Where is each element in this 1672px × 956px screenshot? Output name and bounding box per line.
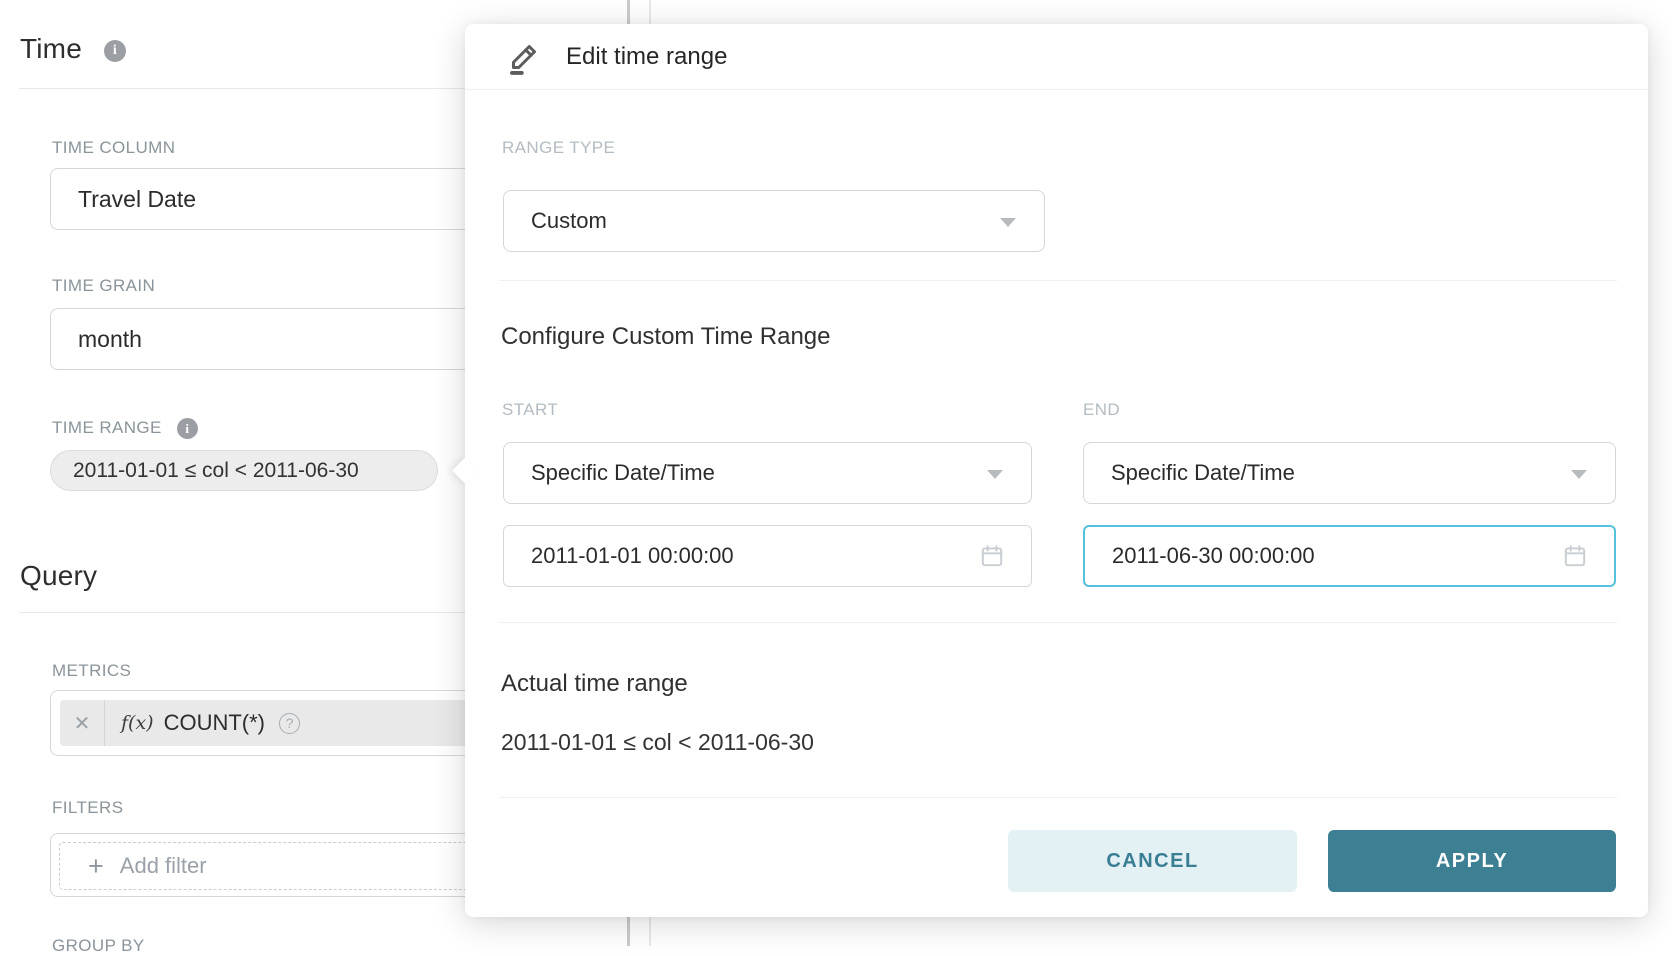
- chevron-down-icon: [987, 470, 1003, 479]
- query-section-title: Query: [20, 560, 97, 592]
- time-grain-value: month: [78, 326, 142, 353]
- calendar-icon[interactable]: [1562, 543, 1588, 569]
- pencil-icon: [506, 39, 542, 75]
- time-grain-label: TIME GRAIN: [52, 276, 155, 296]
- add-filter-label: Add filter: [120, 853, 207, 879]
- end-datetime-value: 2011-06-30 00:00:00: [1112, 543, 1315, 569]
- popover-divider: [499, 622, 1617, 623]
- info-icon[interactable]: i: [104, 40, 126, 62]
- end-type-select[interactable]: Specific Date/Time: [1083, 442, 1616, 504]
- time-column-label: TIME COLUMN: [52, 138, 175, 158]
- info-icon[interactable]: i: [177, 418, 198, 439]
- time-section-title: Time i: [20, 33, 126, 65]
- range-type-select[interactable]: Custom: [503, 190, 1045, 252]
- chevron-down-icon: [1000, 218, 1016, 227]
- plus-icon: +: [88, 853, 104, 880]
- start-type-value: Specific Date/Time: [531, 460, 715, 486]
- configure-heading: Configure Custom Time Range: [501, 323, 830, 351]
- question-circle-icon[interactable]: ?: [279, 713, 300, 734]
- range-type-label: RANGE TYPE: [502, 138, 615, 158]
- chip-separator: [104, 700, 105, 746]
- range-type-value: Custom: [531, 208, 607, 234]
- popover-title: Edit time range: [566, 43, 727, 71]
- time-column-value: Travel Date: [78, 186, 196, 213]
- popover-divider: [499, 797, 1617, 798]
- group-by-label: GROUP BY: [52, 936, 145, 956]
- close-icon[interactable]: ✕: [60, 711, 104, 736]
- time-range-pill[interactable]: 2011-01-01 ≤ col < 2011-06-30: [50, 450, 438, 491]
- start-label: START: [502, 400, 558, 420]
- popover-header: Edit time range: [465, 24, 1648, 90]
- start-type-select[interactable]: Specific Date/Time: [503, 442, 1032, 504]
- time-range-label: TIME RANGE i: [52, 418, 198, 439]
- start-datetime-input[interactable]: 2011-01-01 00:00:00: [503, 525, 1032, 587]
- function-icon: f(x): [121, 712, 154, 734]
- end-type-value: Specific Date/Time: [1111, 460, 1295, 486]
- popover-arrow: [452, 457, 479, 484]
- popover-divider: [499, 280, 1617, 281]
- start-datetime-value: 2011-01-01 00:00:00: [531, 543, 734, 569]
- metrics-label: METRICS: [52, 661, 131, 681]
- cancel-button[interactable]: CANCEL: [1008, 830, 1297, 892]
- edit-time-range-popover: Edit time range RANGE TYPE Custom Config…: [465, 24, 1648, 917]
- actual-time-range-value: 2011-01-01 ≤ col < 2011-06-30: [501, 729, 814, 756]
- calendar-icon[interactable]: [979, 543, 1005, 569]
- chevron-down-icon: [1571, 470, 1587, 479]
- end-label: END: [1083, 400, 1120, 420]
- metric-name: COUNT(*): [164, 710, 265, 736]
- apply-button[interactable]: APPLY: [1328, 830, 1616, 892]
- end-datetime-input[interactable]: 2011-06-30 00:00:00: [1083, 525, 1616, 587]
- actual-time-range-heading: Actual time range: [501, 670, 688, 698]
- filters-label: FILTERS: [52, 798, 123, 818]
